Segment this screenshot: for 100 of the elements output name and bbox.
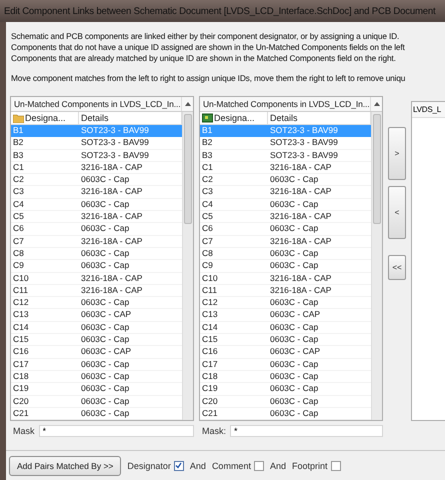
designator-cell-text: C15 [201,334,219,346]
component-row[interactable]: B2 SOT23-3 - BAV99 [11,137,182,150]
component-row[interactable]: C16 0603C - CAP [11,346,182,359]
details-cell-text: 3216-18A - CAP [269,236,332,247]
designator-cell-text: C8 [12,248,25,260]
designator-cell-text: B3 [201,150,214,161]
designator-cell-text: C18 [12,370,30,382]
designator-cell-text: C14 [201,322,219,334]
add-pairs-button[interactable]: Add Pairs Matched By >> [9,456,122,476]
component-row[interactable]: B3 SOT23-3 - BAV99 [11,150,182,162]
component-row[interactable]: C13 0603C - CAP [200,309,371,322]
component-row[interactable]: C3 3216-18A - CAP [200,186,371,199]
designator-cell-text: C1 [201,162,214,174]
designator-cell-text: C6 [201,223,214,235]
component-row[interactable]: C7 3216-18A - CAP [200,236,371,248]
component-row[interactable]: C10 3216-18A - CAP [11,272,182,285]
component-row[interactable]: C6 0603C - Cap [11,223,182,236]
component-row[interactable]: C18 0603C - Cap [11,370,182,384]
designator-cell-text: B1 [12,125,24,136]
designator-cell-text: C10 [201,272,219,284]
component-row[interactable]: C11 3216-18A - CAP [11,284,182,298]
component-row[interactable]: C1 3216-18A - CAP [11,162,182,174]
details-cell-text: 0603C - Cap [80,396,130,407]
component-row[interactable]: C7 3216-18A - CAP [11,236,182,248]
component-row[interactable]: C5 3216-18A - CAP [11,211,182,224]
component-row[interactable]: C20 0603C - Cap [200,396,371,408]
scrollbar[interactable] [182,112,193,420]
description-text: Components that are already matched by unique ID are shown in the Matched Components field on the right. [11,53,396,64]
component-row[interactable]: C12 0603C - Cap [11,297,182,310]
component-row[interactable]: C19 0603C - Cap [200,383,371,396]
column-header[interactable]: Designa... [200,112,268,124]
component-row[interactable]: C4 0603C - Cap [200,198,371,212]
designator-cell-text: C17 [201,358,219,370]
scrollbar[interactable] [371,112,382,420]
column-label: Designa... [25,113,66,123]
details-cell-text: 3216-18A - CAP [269,211,332,222]
component-row[interactable]: C20 0603C - Cap [11,396,182,408]
collapse-arrow-icon[interactable] [184,102,190,106]
component-row[interactable]: C21 0603C - Cap [11,408,182,420]
component-row[interactable]: C10 3216-18A - CAP [200,272,371,285]
component-row[interactable]: C14 0603C - Cap [200,322,371,334]
column-label: Designa... [214,113,255,123]
component-row[interactable]: C17 0603C - Cap [200,358,371,371]
designator-cell-text: C1 [12,162,25,174]
details-cell-text: 0603C - Cap [80,358,130,370]
designator-cell-text: C2 [12,174,25,186]
component-row[interactable]: C14 0603C - Cap [11,322,182,334]
component-row[interactable]: C18 0603C - Cap [200,370,371,384]
component-row[interactable]: C5 3216-18A - CAP [200,211,371,224]
designator-cell-text: B3 [12,150,24,161]
details-cell-text: 0603C - Cap [269,358,320,370]
component-row[interactable]: C1 3216-18A - CAP [200,162,371,174]
component-row[interactable]: C17 0603C - Cap [11,358,182,371]
checkbox[interactable] [254,460,264,470]
designator-cell-text: C13 [201,309,219,321]
details-cell-text: SOT23-3 - BAV99 [80,125,150,136]
component-row[interactable]: C8 0603C - Cap [11,248,182,260]
component-row[interactable]: C8 0603C - Cap [200,248,371,260]
component-row[interactable]: C9 0603C - Cap [11,260,182,273]
collapse-arrow-icon[interactable] [374,102,380,106]
designator-cell-text: C19 [201,383,219,395]
designator-cell-text: C10 [12,272,30,284]
details-cell-text: 0603C - Cap [269,198,320,210]
column-header[interactable]: Designa... [11,112,79,124]
details-cell-text: 3216-18A - CAP [80,284,144,296]
move-button[interactable]: < [388,186,406,239]
component-row[interactable]: B2 SOT23-3 - BAV99 [200,137,371,150]
component-row[interactable]: C3 3216-18A - CAP [11,186,182,199]
component-row[interactable]: C2 0603C - Cap [11,174,182,186]
designator-cell-text: C9 [201,260,214,272]
move-button[interactable]: > [388,127,406,180]
component-row[interactable]: C4 0603C - Cap [11,198,182,212]
details-cell-text: 3216-18A - CAP [80,162,144,174]
checkbox[interactable] [330,460,340,470]
mask-field[interactable]: * [230,425,383,438]
details-cell-text: SOT23-3 - BAV99 [269,125,339,136]
component-row[interactable]: C9 0603C - Cap [200,260,371,273]
mask-field[interactable]: * [38,425,194,438]
component-row[interactable]: C12 0603C - Cap [200,297,371,310]
and-label: And [190,460,206,470]
details-cell-text: 3216-18A - CAP [269,162,332,174]
component-row[interactable]: C16 0603C - CAP [200,346,371,359]
component-row[interactable]: C19 0603C - Cap [11,383,182,396]
component-row[interactable]: C2 0603C - Cap [200,174,371,186]
component-row[interactable]: C15 0603C - Cap [200,334,371,346]
details-cell-text: SOT23-3 - BAV99 [269,137,339,149]
component-row[interactable]: C21 0603C - Cap [200,408,371,420]
checkbox[interactable] [174,460,184,470]
details-cell-text: 0603C - Cap [80,260,130,272]
designator-cell-text: C16 [12,346,30,358]
component-row[interactable]: C13 0603C - CAP [11,309,182,322]
designator-cell-text: B2 [201,137,214,149]
move-button[interactable]: << [388,255,406,280]
designator-cell-text: C15 [12,334,30,346]
designator-cell-text: C6 [12,223,25,235]
component-row[interactable]: C11 3216-18A - CAP [200,284,371,298]
component-row[interactable]: B3 SOT23-3 - BAV99 [200,150,371,162]
component-row[interactable]: C15 0603C - Cap [11,334,182,346]
details-cell-text: 0603C - Cap [269,322,320,334]
component-row[interactable]: C6 0603C - Cap [200,223,371,236]
